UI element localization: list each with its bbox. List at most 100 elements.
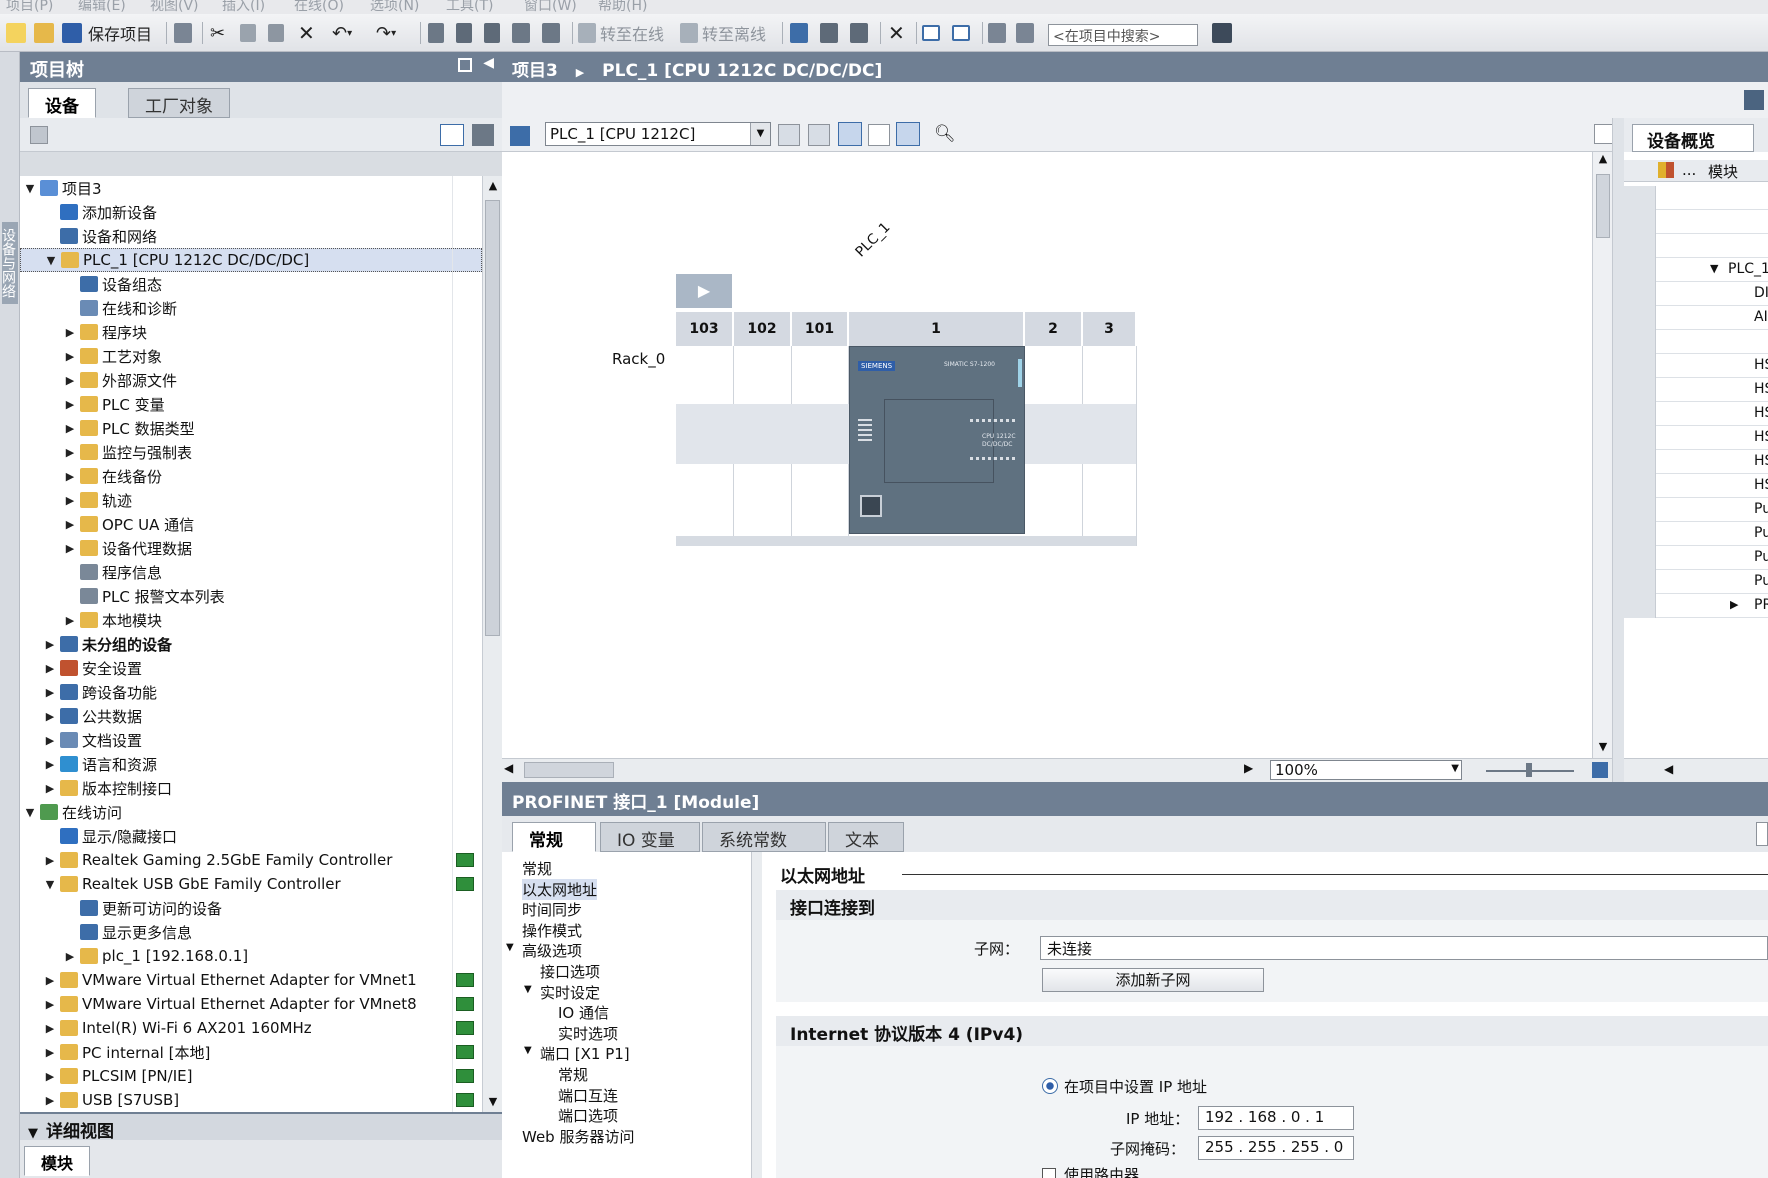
download-icon[interactable]	[456, 20, 472, 46]
overview-row[interactable]: AI	[1624, 306, 1768, 330]
tree-settings-icon[interactable]	[30, 126, 48, 144]
nav-item[interactable]: 常规	[522, 858, 552, 879]
fit-page-icon[interactable]	[1592, 762, 1608, 778]
chevron-right-icon[interactable]: ▶	[44, 1046, 56, 1059]
nav-item[interactable]: 接口选项	[540, 961, 600, 982]
tab-modules[interactable]: 模块	[24, 1146, 91, 1176]
nav-item[interactable]: 实时选项	[558, 1023, 618, 1044]
scroll-up-icon[interactable]: ▲	[483, 176, 503, 196]
filter-icon[interactable]	[1658, 162, 1674, 178]
search-go-icon[interactable]	[1212, 20, 1232, 46]
save-project-button[interactable]: 保存项目	[62, 20, 152, 46]
fit-width-icon[interactable]	[778, 124, 800, 146]
menu-item[interactable]: 选项(N)	[370, 0, 419, 14]
scroll-left-icon[interactable]: ◀	[1664, 762, 1673, 776]
nav-item[interactable]: Web 服务器访问	[522, 1126, 634, 1147]
collapse-left-icon[interactable]: ◀	[483, 55, 494, 71]
chevron-right-icon[interactable]: ▶	[44, 758, 56, 771]
tree-item[interactable]: ▶ Realtek Gaming 2.5GbE Family Controller	[20, 848, 482, 872]
chevron-right-icon[interactable]: ▶	[44, 662, 56, 675]
chevron-right-icon[interactable]: ▶	[1730, 598, 1738, 611]
scroll-down-icon[interactable]: ▼	[1593, 740, 1613, 758]
show-names-icon[interactable]	[808, 124, 830, 146]
chevron-down-icon[interactable]: ▼	[1710, 262, 1718, 275]
chevron-right-icon[interactable]: ▶	[64, 494, 76, 507]
chevron-right-icon[interactable]: ▶	[64, 614, 76, 627]
upload-icon[interactable]	[484, 20, 500, 46]
overview-row[interactable]: HS	[1624, 354, 1768, 378]
slot-3[interactable]: 3	[1083, 312, 1137, 346]
compile-icon[interactable]	[428, 20, 444, 46]
tree-item[interactable]: ▶ PLC 变量	[20, 392, 482, 416]
breadcrumb-project[interactable]: 项目3	[512, 61, 558, 81]
chevron-right-icon[interactable]: ▶	[44, 854, 56, 867]
nav-item[interactable]: 以太网地址	[522, 878, 598, 900]
devices-networks-side-tab[interactable]: 设备与网络	[0, 222, 18, 304]
tree-item[interactable]: 更新可访问的设备	[20, 896, 482, 920]
properties-button[interactable]	[1756, 822, 1768, 846]
tree-item[interactable]: ▼ 项目3	[20, 176, 482, 200]
slot-1[interactable]: 1	[849, 312, 1025, 346]
tree-item[interactable]: 设备组态	[20, 272, 482, 296]
tree-item[interactable]: ▶ 未分组的设备	[20, 632, 482, 656]
breadcrumb-device[interactable]: PLC_1 [CPU 1212C DC/DC/DC]	[602, 61, 882, 81]
device-select[interactable]: PLC_1 [CPU 1212C] ▼	[545, 122, 771, 146]
overview-window-icon[interactable]	[1594, 124, 1614, 144]
tree-item[interactable]: ▶ PLC 数据类型	[20, 416, 482, 440]
overview-row[interactable]: HS	[1624, 402, 1768, 426]
overview-row[interactable]	[1624, 330, 1768, 354]
chevron-down-icon[interactable]: ▼	[24, 182, 36, 195]
menu-item[interactable]: 帮助(H)	[598, 0, 647, 14]
delete-icon[interactable]: ✕	[298, 20, 315, 46]
tree-item[interactable]: ▼ PLC_1 [CPU 1212C DC/DC/DC]	[20, 248, 482, 272]
scroll-up-icon[interactable]: ▲	[1593, 152, 1613, 170]
tree-item[interactable]: ▶ 本地模块	[20, 608, 482, 632]
canvas-scroll-thumb[interactable]	[1596, 174, 1610, 238]
chevron-right-icon[interactable]: ▶	[64, 518, 76, 531]
chevron-right-icon[interactable]: ▶	[44, 734, 56, 747]
tree-sync-icon[interactable]	[472, 124, 494, 146]
simulation-icon[interactable]	[512, 20, 530, 46]
use-router-checkbox[interactable]	[1042, 1168, 1056, 1178]
chevron-down-icon[interactable]: ▼	[44, 878, 56, 891]
tree-scroll-thumb[interactable]	[485, 200, 500, 636]
subnet-field[interactable]: 未连接	[1040, 936, 1768, 960]
new-project-icon[interactable]	[6, 20, 26, 46]
tree-item[interactable]: ▼ Realtek USB GbE Family Controller	[20, 872, 482, 896]
overview-row[interactable]	[1624, 210, 1768, 234]
pin-icon[interactable]	[458, 58, 472, 72]
overview-row[interactable]: PLC_1 ▼	[1624, 258, 1768, 282]
nav-collapse-handle[interactable]	[752, 852, 762, 1178]
menu-item[interactable]: 插入(I)	[222, 0, 265, 14]
chevron-right-icon[interactable]: ▶	[44, 974, 56, 987]
overview-row[interactable]: Pu	[1624, 570, 1768, 594]
task-card-icon[interactable]	[1744, 90, 1764, 110]
chevron-right-icon[interactable]: ▶	[44, 1022, 56, 1035]
tab-system-constants[interactable]: 系统常数	[702, 822, 826, 852]
device-view-mode-icon[interactable]	[510, 126, 530, 146]
chevron-down-icon[interactable]: ▼	[45, 254, 57, 267]
device-overview-tab[interactable]: 设备概览	[1632, 124, 1754, 152]
overview-row[interactable]: Pu	[1624, 522, 1768, 546]
tree-item[interactable]: ▶ 语言和资源	[20, 752, 482, 776]
chevron-right-icon[interactable]: ▶	[64, 446, 76, 459]
chevron-right-icon[interactable]: ▶	[44, 782, 56, 795]
open-project-icon[interactable]	[34, 20, 54, 46]
nav-item[interactable]: 端口互连	[558, 1085, 618, 1106]
tree-item[interactable]: ▶ Intel(R) Wi-Fi 6 AX201 160MHz	[20, 1016, 482, 1040]
tree-item[interactable]: ▶ 设备代理数据	[20, 536, 482, 560]
subnet-mask-field[interactable]: 255 . 255 . 255 . 0	[1198, 1136, 1354, 1160]
slot-102[interactable]: 102	[734, 312, 792, 346]
tree-item[interactable]: 设备和网络	[20, 224, 482, 248]
nav-item[interactable]: 端口选项	[558, 1105, 618, 1126]
overview-toggle-icon[interactable]	[440, 124, 464, 146]
network-view-icon[interactable]	[838, 122, 862, 146]
stop-cpu-icon[interactable]	[850, 20, 868, 46]
menu-item[interactable]: 在线(O)	[294, 0, 344, 14]
chevron-right-icon[interactable]: ▶	[64, 950, 76, 963]
tree-scrollbar[interactable]: ▲ ▼	[482, 176, 502, 1112]
tree-item[interactable]: ▶ 工艺对象	[20, 344, 482, 368]
chevron-right-icon[interactable]: ▶	[64, 374, 76, 387]
menu-item[interactable]: 编辑(E)	[78, 0, 126, 14]
zoom-icon[interactable]: 🔍︎	[934, 124, 956, 144]
